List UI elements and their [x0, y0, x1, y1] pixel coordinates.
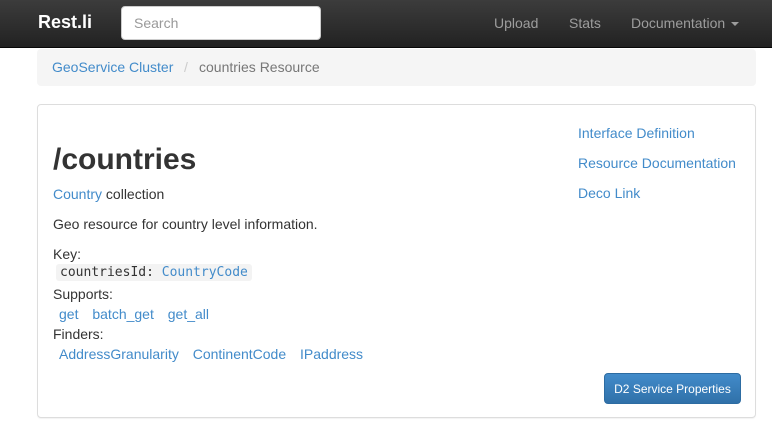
- nav-documentation-label: Documentation: [631, 15, 726, 31]
- chevron-down-icon: [731, 22, 740, 27]
- breadcrumb-separator: /: [184, 59, 188, 75]
- resource-description: Geo resource for country level informati…: [53, 216, 318, 232]
- finder-continent-code-link[interactable]: ContinentCode: [193, 346, 286, 362]
- brand-logo[interactable]: Rest.li: [38, 12, 92, 33]
- breadcrumb: GeoService Cluster / countries Resource: [37, 49, 756, 86]
- supports-list: get batch_get get_all: [59, 306, 219, 322]
- side-links: Interface Definition Resource Documentat…: [578, 123, 736, 213]
- nav-upload-link[interactable]: Upload: [494, 15, 538, 31]
- type-suffix: collection: [105, 186, 165, 202]
- resource-type: Country collection: [53, 186, 164, 202]
- finders-label: Finders:: [53, 326, 104, 342]
- key-label: Key:: [53, 246, 82, 262]
- support-batch-get-link[interactable]: batch_get: [92, 306, 154, 322]
- breadcrumb-cluster-link[interactable]: GeoService Cluster: [52, 59, 173, 75]
- resource-panel: /countries Country collection Geo resour…: [37, 104, 756, 418]
- nav-stats-link[interactable]: Stats: [569, 15, 601, 31]
- support-get-all-link[interactable]: get_all: [168, 306, 209, 322]
- nav-documentation-dropdown[interactable]: Documentation: [631, 15, 740, 31]
- top-navbar: Rest.li Upload Stats Documentation: [0, 0, 772, 48]
- key-name: countriesId:: [60, 265, 154, 280]
- search-input[interactable]: [121, 6, 321, 40]
- finder-ipaddress-link[interactable]: IPaddress: [300, 346, 363, 362]
- finders-list: AddressGranularity ContinentCode IPaddre…: [59, 346, 373, 362]
- supports-label: Supports:: [53, 286, 113, 302]
- type-country-link[interactable]: Country: [53, 186, 102, 202]
- page-title: /countries: [53, 143, 197, 176]
- breadcrumb-current: countries Resource: [199, 59, 320, 75]
- deco-link[interactable]: Deco Link: [578, 183, 736, 203]
- finder-address-granularity-link[interactable]: AddressGranularity: [59, 346, 179, 362]
- interface-definition-link[interactable]: Interface Definition: [578, 123, 736, 143]
- key-code: countriesId: CountryCode: [56, 264, 252, 281]
- support-get-link[interactable]: get: [59, 306, 78, 322]
- d2-service-properties-button[interactable]: D2 Service Properties: [604, 373, 741, 404]
- key-type-link[interactable]: CountryCode: [162, 265, 248, 280]
- resource-documentation-link[interactable]: Resource Documentation: [578, 153, 736, 173]
